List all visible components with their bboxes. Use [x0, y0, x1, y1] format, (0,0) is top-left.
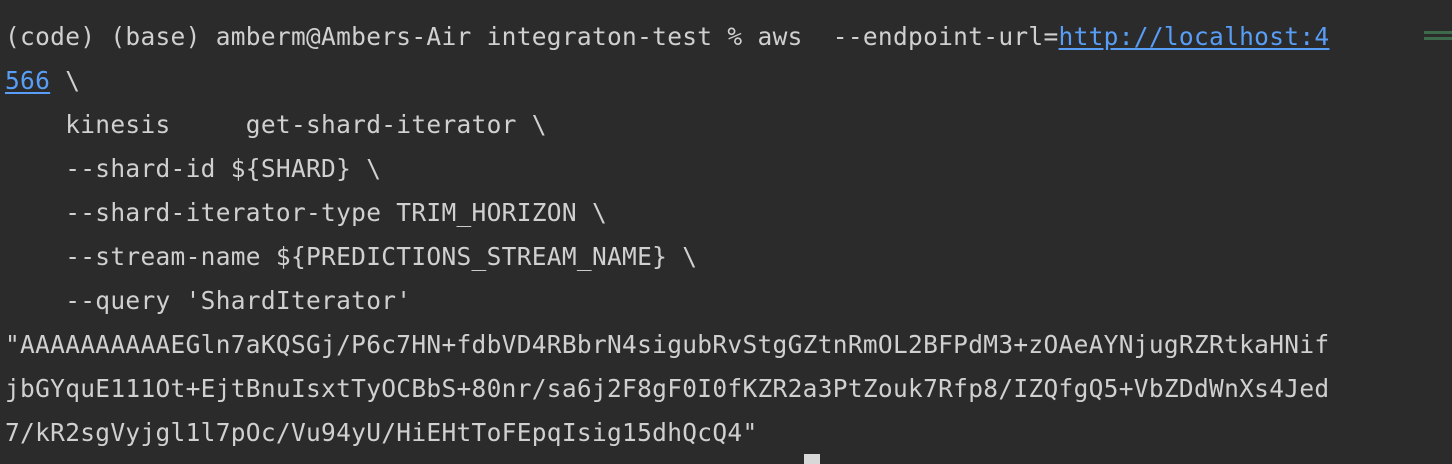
output-line-2: jbGYquE111Ot+EjtBnuIsxtTyOCBbS+80nr/sa6j… — [5, 374, 1330, 403]
command-line-5: --stream-name ${PREDICTIONS_STREAM_NAME}… — [5, 242, 698, 271]
endpoint-url-link[interactable]: http://localhost:4 — [1059, 22, 1330, 51]
command-line-4: --shard-iterator-type TRIM_HORIZON \ — [5, 198, 608, 227]
command-line-2: kinesis get-shard-iterator \ — [5, 110, 547, 139]
output-line-3: 7/kR2sgVyjgl1l7pOc/Vu94yU/HiEHtToFEpqIsi… — [5, 418, 758, 447]
command-line-1-wrap: 566 \ — [5, 59, 80, 103]
endpoint-url-link-continued[interactable]: 566 — [5, 66, 50, 95]
command-line-1: (code) (base) amberm@Ambers-Air integrat… — [5, 15, 1329, 59]
text-cursor — [804, 454, 820, 464]
output-line-1: "AAAAAAAAAAEGln7aKQSGj/P6c7HN+fdbVD4RBbr… — [5, 330, 1330, 359]
command-line-6: --query 'ShardIterator' — [5, 286, 412, 315]
terminal-output[interactable]: (code) (base) amberm@Ambers-Air integrat… — [0, 0, 1452, 464]
line-continuation: \ — [50, 66, 81, 95]
command-text: aws --endpoint-url= — [757, 22, 1059, 51]
scroll-marker — [1424, 31, 1452, 34]
shell-prompt: (code) (base) amberm@Ambers-Air integrat… — [5, 22, 758, 51]
command-line-3: --shard-id ${SHARD} \ — [5, 154, 382, 183]
